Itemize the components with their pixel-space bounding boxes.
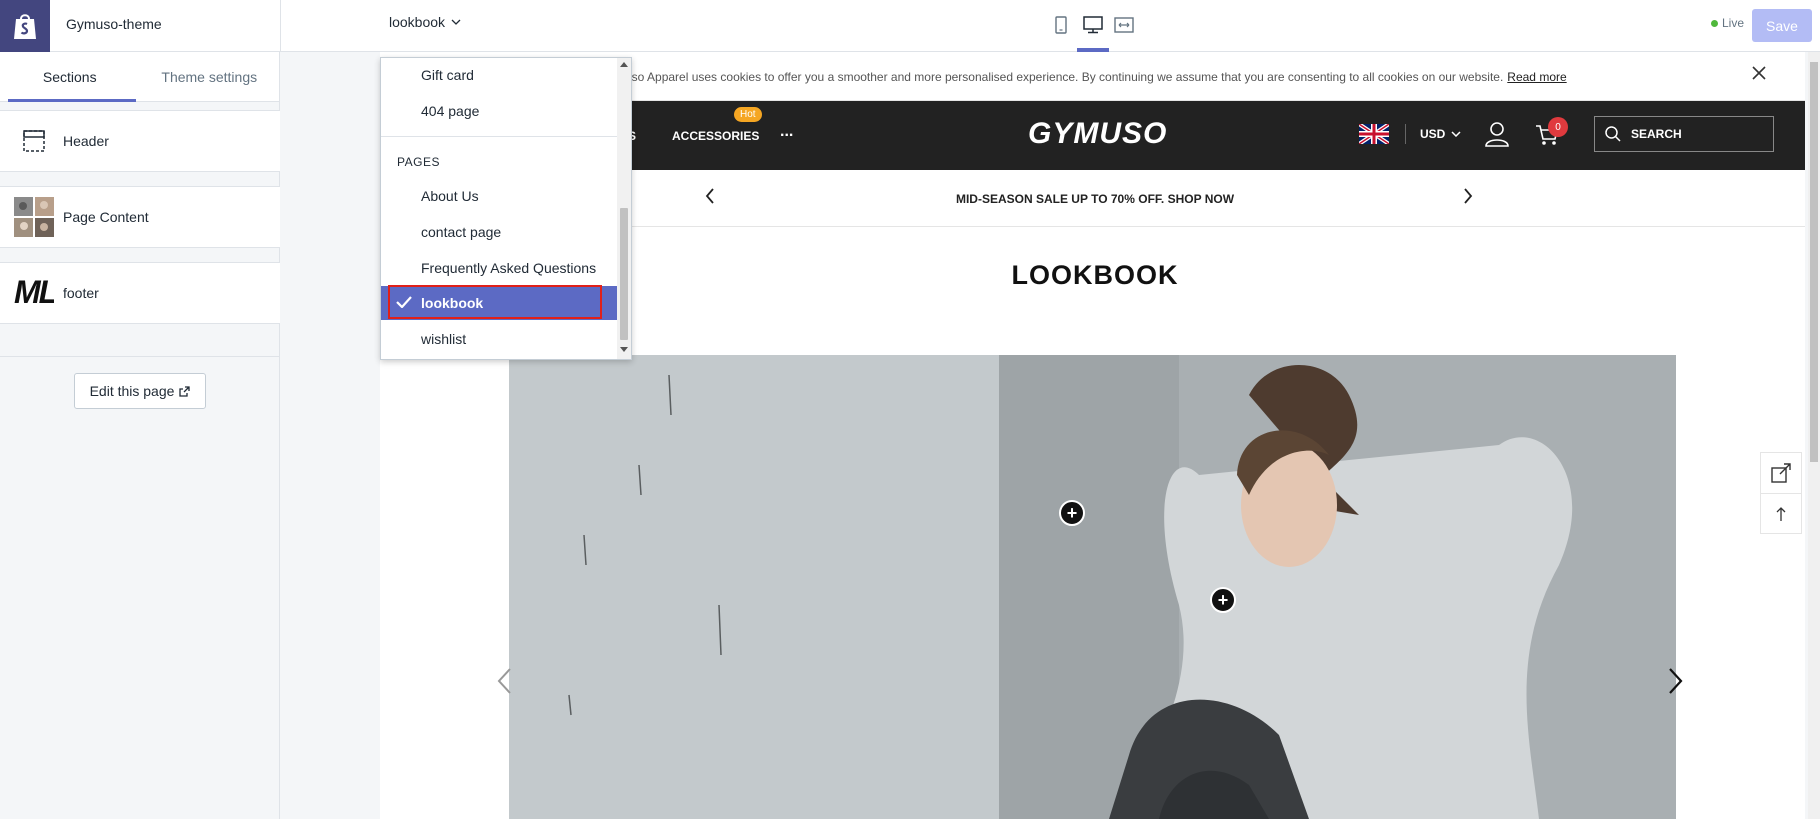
dropdown-item-gift-card[interactable]: Gift card [381,58,617,92]
hot-badge: Hot [734,107,762,122]
live-status: Live [1711,16,1744,30]
search-placeholder: SEARCH [1631,127,1682,141]
status-dot [1711,19,1718,27]
desktop-icon [1083,16,1103,34]
store-logo[interactable]: GYMUSO [1028,117,1167,151]
currency-label: USD [1420,127,1446,141]
dropdown-item-faq[interactable]: Frequently Asked Questions [381,251,617,285]
editor-topbar: Gymuso-theme lookbook Live Save [0,0,1820,52]
footer-thumbnail: ML [14,273,54,313]
cookie-text: muso Apparel uses cookies to offer you a… [615,70,1504,84]
uk-flag-icon[interactable] [1359,124,1389,144]
search-icon [1605,126,1621,142]
chevron-right-icon[interactable] [1463,188,1473,204]
fullscreen-view-button[interactable] [1111,12,1137,38]
slider-prev-arrow[interactable] [496,667,512,695]
dropdown-item-wishlist[interactable]: wishlist [381,322,617,356]
footer-thumbnail-text: ML [14,274,54,310]
dropdown-item-about-us[interactable]: About Us [381,179,617,213]
preview-scrollbar[interactable] [1808,52,1820,819]
shopping-bag-icon [14,14,36,39]
divider [381,136,617,137]
nav-item-accessories[interactable]: ACCESSORIES [672,129,759,143]
scrollbar-thumb[interactable] [620,208,628,340]
scroll-up-arrow-icon[interactable] [620,61,628,67]
currency-selector[interactable]: USD [1420,127,1461,141]
edit-page-label: Edit this page [89,383,175,399]
mobile-view-button[interactable] [1048,12,1074,38]
lookbook-image: + + [509,355,1676,819]
edit-page-button[interactable]: Edit this page [74,373,206,409]
nav-more-button[interactable]: ... [780,123,793,141]
account-icon[interactable] [1485,121,1509,147]
section-label: Page Content [63,209,149,225]
active-tab-indicator [8,99,136,102]
desktop-view-button[interactable] [1080,12,1106,38]
tab-theme-settings[interactable]: Theme settings [140,52,280,101]
header-layout-icon [14,121,54,161]
dropdown-scrollbar[interactable] [617,58,631,359]
slider-next-arrow[interactable] [1668,667,1684,695]
page-selector-label: lookbook [389,14,446,30]
store-search-input[interactable]: SEARCH [1594,116,1774,152]
cart-count-badge: 0 [1548,117,1568,137]
section-label: Header [63,133,109,149]
shopify-logo[interactable] [0,0,50,52]
compare-button[interactable] [1761,453,1801,493]
side-tools [1760,452,1802,534]
mobile-icon [1055,16,1067,34]
divider [0,356,280,357]
section-label: footer [63,285,99,301]
page-title: LOOKBOOK [1011,260,1179,290]
image-grid-thumbnail [14,197,54,237]
cookie-read-more-link[interactable]: Read more [1507,70,1566,84]
sidebar-tabs: Sections Theme settings [0,52,279,102]
page-selector[interactable]: lookbook [389,14,461,30]
scrollbar-thumb[interactable] [1810,62,1818,462]
divider [280,0,281,52]
save-button[interactable]: Save [1752,9,1812,42]
arrow-up-icon [1776,506,1786,521]
sections-sidebar: Sections Theme settings Header Page Cont… [0,52,280,819]
promo-text[interactable]: MID-SEASON SALE UP TO 70% OFF. SHOP NOW [880,192,1310,206]
back-to-top-button[interactable] [1761,493,1801,533]
dropdown-item-lookbook[interactable]: lookbook [381,286,617,320]
external-link-icon [179,385,191,397]
chevron-left-icon[interactable] [705,188,715,204]
close-icon [1752,66,1766,80]
section-header[interactable]: Header [0,110,280,172]
checkmark-icon [396,296,412,308]
page-dropdown-menu: Gift card 404 page PAGES About Us contac… [380,57,632,360]
expand-icon [1771,463,1791,483]
cookie-close-button[interactable] [1752,66,1766,83]
dropdown-item-404-page[interactable]: 404 page [381,94,617,128]
section-page-content[interactable]: Page Content [0,186,280,248]
theme-name: Gymuso-theme [66,16,162,32]
chevron-down-icon [1451,131,1461,137]
lookbook-photo [509,355,1676,819]
section-footer[interactable]: ML footer [0,262,280,324]
chevron-down-icon [451,19,461,25]
dropdown-group-heading: PAGES [397,155,440,169]
dropdown-item-contact-page[interactable]: contact page [381,215,617,249]
scroll-down-arrow-icon[interactable] [620,347,628,353]
live-label: Live [1722,16,1745,30]
dropdown-item-label: lookbook [421,295,484,311]
lookbook-hotspot[interactable]: + [1059,500,1085,526]
tab-sections[interactable]: Sections [0,52,140,101]
cookie-message: muso Apparel uses cookies to offer you a… [615,70,1567,84]
divider [1405,124,1406,144]
lookbook-hotspot[interactable]: + [1210,587,1236,613]
fullscreen-icon [1114,17,1134,33]
